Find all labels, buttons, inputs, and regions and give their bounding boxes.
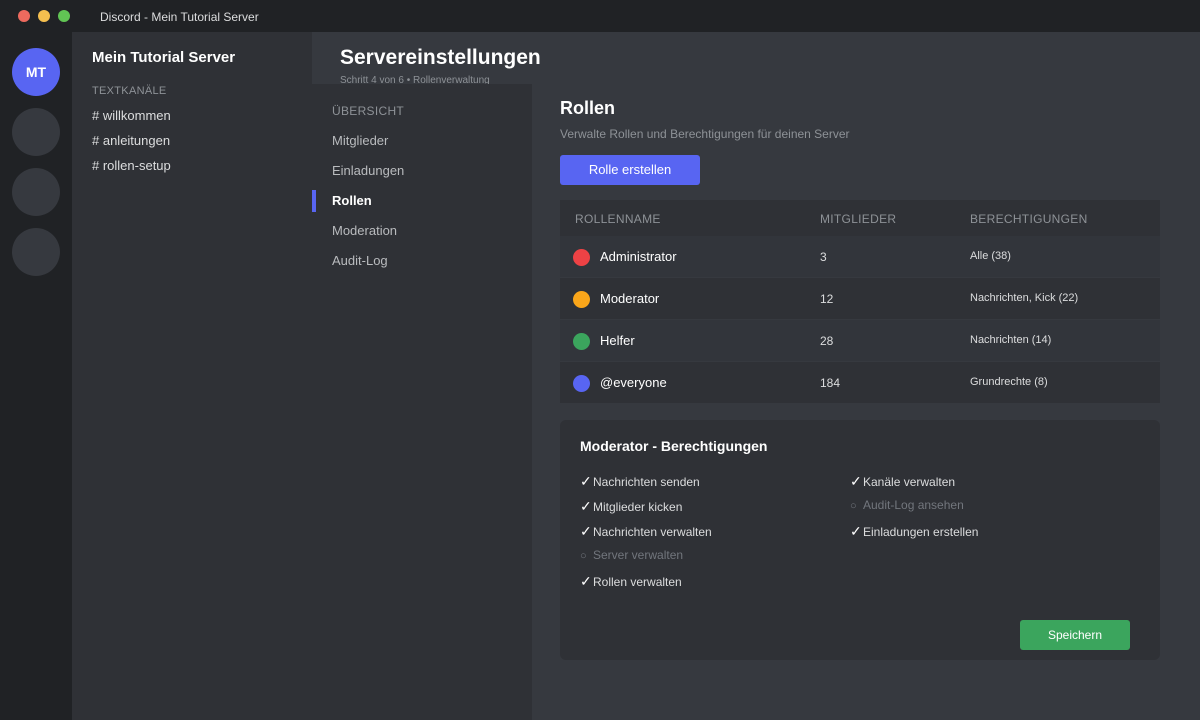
empty-circle-icon: ○ — [850, 500, 857, 512]
section-subtitle: Verwalte Rollen und Berechtigungen für d… — [560, 127, 850, 141]
column-header-rollenname[interactable]: ROLLENNAME — [575, 212, 661, 226]
permission-label: Audit-Log ansehen — [863, 498, 964, 512]
column-header-mitglieder[interactable]: MITGLIEDER — [820, 212, 896, 226]
table-header: ROLLENNAME MITGLIEDER BERECHTIGUNGEN — [560, 200, 1160, 236]
permission-label: Nachrichten senden — [593, 475, 700, 489]
checkmark-icon: ✓ — [580, 473, 592, 489]
permission-toggle[interactable]: ✓Einladungen erstellen — [850, 523, 978, 540]
minimize-window-button[interactable] — [38, 10, 50, 22]
close-window-button[interactable] — [18, 10, 30, 22]
settings-nav-item-einladungen[interactable]: Einladungen — [332, 163, 404, 178]
permission-toggle[interactable]: ✓Nachrichten senden — [580, 473, 700, 490]
role-color-dot — [573, 333, 590, 350]
permission-toggle[interactable]: ✓Mitglieder kicken — [580, 498, 682, 515]
role-permissions: Nachrichten, Kick (22) — [970, 292, 1079, 304]
settings-main: Servereinstellungen Schritt 4 von 6 • Ro… — [312, 32, 1200, 720]
role-color-dot — [573, 291, 590, 308]
server-rail: MT — [0, 32, 72, 720]
checkmark-icon: ✓ — [580, 523, 592, 539]
role-color-dot — [573, 249, 590, 266]
permission-toggle[interactable]: ✓Kanäle verwalten — [850, 473, 955, 490]
permission-toggle[interactable]: ✓Rollen verwalten — [580, 573, 682, 590]
permission-toggle[interactable]: ○ Server verwalten — [580, 548, 683, 562]
table-row[interactable]: Moderator 12 Nachrichten, Kick (22) — [560, 278, 1160, 320]
table-row[interactable]: Administrator 3 Alle (38) — [560, 236, 1160, 278]
section-title: Rollen — [560, 98, 616, 118]
server-name[interactable]: Mein Tutorial Server — [92, 49, 235, 66]
permission-label: Einladungen erstellen — [863, 525, 979, 539]
page-title: Servereinstellungen — [340, 46, 541, 69]
role-permissions: Grundrechte (8) — [970, 376, 1048, 388]
channel-willkommen[interactable]: # willkommen — [92, 108, 171, 123]
empty-circle-icon: ○ — [580, 550, 587, 562]
create-role-button[interactable]: Rolle erstellen — [560, 155, 700, 185]
role-name: @everyone — [600, 375, 667, 390]
settings-nav-item-rollen[interactable]: Rollen — [332, 193, 372, 208]
permission-label: Mitglieder kicken — [593, 500, 683, 514]
settings-nav-item-mitglieder[interactable]: Mitglieder — [332, 133, 388, 148]
roles-content: Rollen Verwalte Rollen und Berechtigunge… — [532, 84, 1200, 720]
role-member-count: 184 — [820, 376, 841, 390]
permission-label: Rollen verwalten — [593, 575, 682, 589]
permission-label: Server verwalten — [593, 548, 684, 562]
permissions-title: Moderator - Berechtigungen — [580, 438, 768, 454]
server-icon[interactable] — [12, 168, 60, 216]
role-color-dot — [573, 375, 590, 392]
server-icon-mein-tutorial[interactable]: MT — [12, 48, 60, 96]
checkmark-icon: ✓ — [580, 498, 592, 514]
role-permissions: Nachrichten (14) — [970, 334, 1052, 346]
channel-rollen-setup[interactable]: # rollen-setup — [92, 158, 171, 173]
permission-label: Kanäle verwalten — [863, 475, 956, 489]
server-icon[interactable] — [12, 228, 60, 276]
table-row[interactable]: Helfer 28 Nachrichten (14) — [560, 320, 1160, 362]
channel-anleitungen[interactable]: # anleitungen — [92, 133, 170, 148]
role-member-count: 28 — [820, 334, 834, 348]
checkmark-icon: ✓ — [850, 473, 862, 489]
title-bar: Discord - Mein Tutorial Server — [0, 0, 1200, 32]
permission-toggle[interactable]: ○ Audit-Log ansehen — [850, 498, 964, 512]
settings-nav: ÜBERSICHT Mitglieder Einladungen Rollen … — [312, 84, 532, 720]
column-header-berechtigungen[interactable]: BERECHTIGUNGEN — [970, 212, 1088, 226]
role-member-count: 12 — [820, 292, 834, 306]
channel-category-label: TEXTKANÄLE — [92, 85, 167, 97]
settings-nav-item-audit-log[interactable]: Audit-Log — [332, 253, 388, 268]
settings-nav-item-moderation[interactable]: Moderation — [332, 223, 397, 238]
active-nav-indicator — [312, 190, 316, 212]
permission-toggle[interactable]: ✓Nachrichten verwalten — [580, 523, 712, 540]
checkmark-icon: ✓ — [580, 573, 592, 589]
maximize-window-button[interactable] — [58, 10, 70, 22]
permissions-card: Moderator - Berechtigungen ✓Nachrichten … — [560, 420, 1160, 660]
roles-table: ROLLENNAME MITGLIEDER BERECHTIGUNGEN Adm… — [560, 200, 1160, 404]
window-title: Discord - Mein Tutorial Server — [100, 10, 259, 24]
checkmark-icon: ✓ — [850, 523, 862, 539]
table-row[interactable]: @everyone 184 Grundrechte (8) — [560, 362, 1160, 404]
role-name: Helfer — [600, 333, 635, 348]
role-permissions: Alle (38) — [970, 250, 1011, 262]
channel-sidebar: Mein Tutorial Server TEXTKANÄLE # willko… — [72, 32, 312, 720]
save-button[interactable]: Speichern — [1020, 620, 1130, 650]
role-name: Moderator — [600, 291, 660, 306]
server-icon[interactable] — [12, 108, 60, 156]
settings-nav-header: ÜBERSICHT — [332, 104, 405, 118]
role-name: Administrator — [600, 249, 677, 264]
role-member-count: 3 — [820, 250, 827, 264]
permission-label: Nachrichten verwalten — [593, 525, 712, 539]
